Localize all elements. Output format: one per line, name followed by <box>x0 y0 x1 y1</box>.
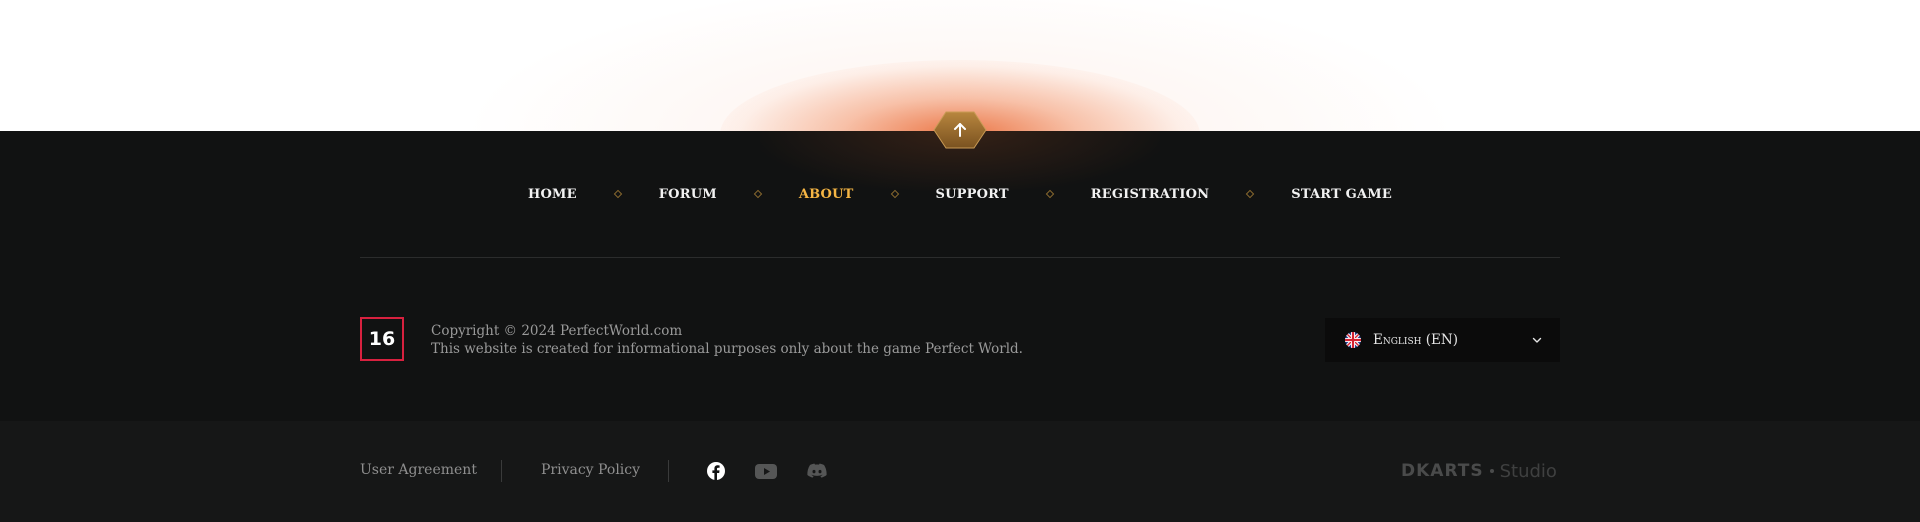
nav-separator-diamond <box>753 189 763 199</box>
nav-separator-diamond <box>1045 189 1054 199</box>
footer-divider <box>360 257 1560 258</box>
nav-separator-diamond <box>1246 189 1255 199</box>
studio-dot <box>1489 469 1494 473</box>
link-separator <box>668 460 669 482</box>
user-agreement-link[interactable]: User Agreement <box>360 462 477 478</box>
nav-separator-diamond <box>890 189 899 199</box>
nav-support[interactable]: SUPPORT <box>936 187 1009 202</box>
language-label: English (EN) <box>1373 332 1458 348</box>
language-selector[interactable]: English (EN) <box>1325 318 1560 362</box>
nav-about[interactable]: ABOUT <box>799 187 854 202</box>
scroll-to-top-button[interactable] <box>932 110 988 150</box>
privacy-policy-link[interactable]: Privacy Policy <box>541 462 640 478</box>
facebook-icon[interactable] <box>706 461 726 481</box>
link-separator <box>501 460 502 482</box>
nav-registration[interactable]: REGISTRATION <box>1091 187 1210 202</box>
nav-home[interactable]: HOME <box>528 187 577 202</box>
copyright-block: Copyright © 2024 PerfectWorld.com This w… <box>431 322 1023 358</box>
main-nav: HOME FORUM ABOUT SUPPORT REGISTRATION ST… <box>0 182 1920 206</box>
youtube-icon[interactable] <box>755 461 777 481</box>
chevron-down-icon <box>1532 337 1542 343</box>
footer <box>0 131 1920 421</box>
uk-flag-icon <box>1345 332 1361 348</box>
studio-name: Studio <box>1499 460 1557 482</box>
age-rating-badge: 16 <box>360 317 404 361</box>
nav-forum[interactable]: FORUM <box>659 187 717 202</box>
studio-brand: DKARTS <box>1401 461 1484 481</box>
discord-icon[interactable] <box>806 461 828 481</box>
disclaimer-line: This website is created for informationa… <box>431 341 1023 357</box>
nav-separator-diamond <box>613 189 622 199</box>
nav-start-game[interactable]: START GAME <box>1291 187 1392 202</box>
dkarts-studio-logo: DKARTS Studio <box>1401 460 1557 482</box>
copyright-line: Copyright © 2024 PerfectWorld.com <box>431 323 683 339</box>
bottom-bar <box>0 421 1920 522</box>
